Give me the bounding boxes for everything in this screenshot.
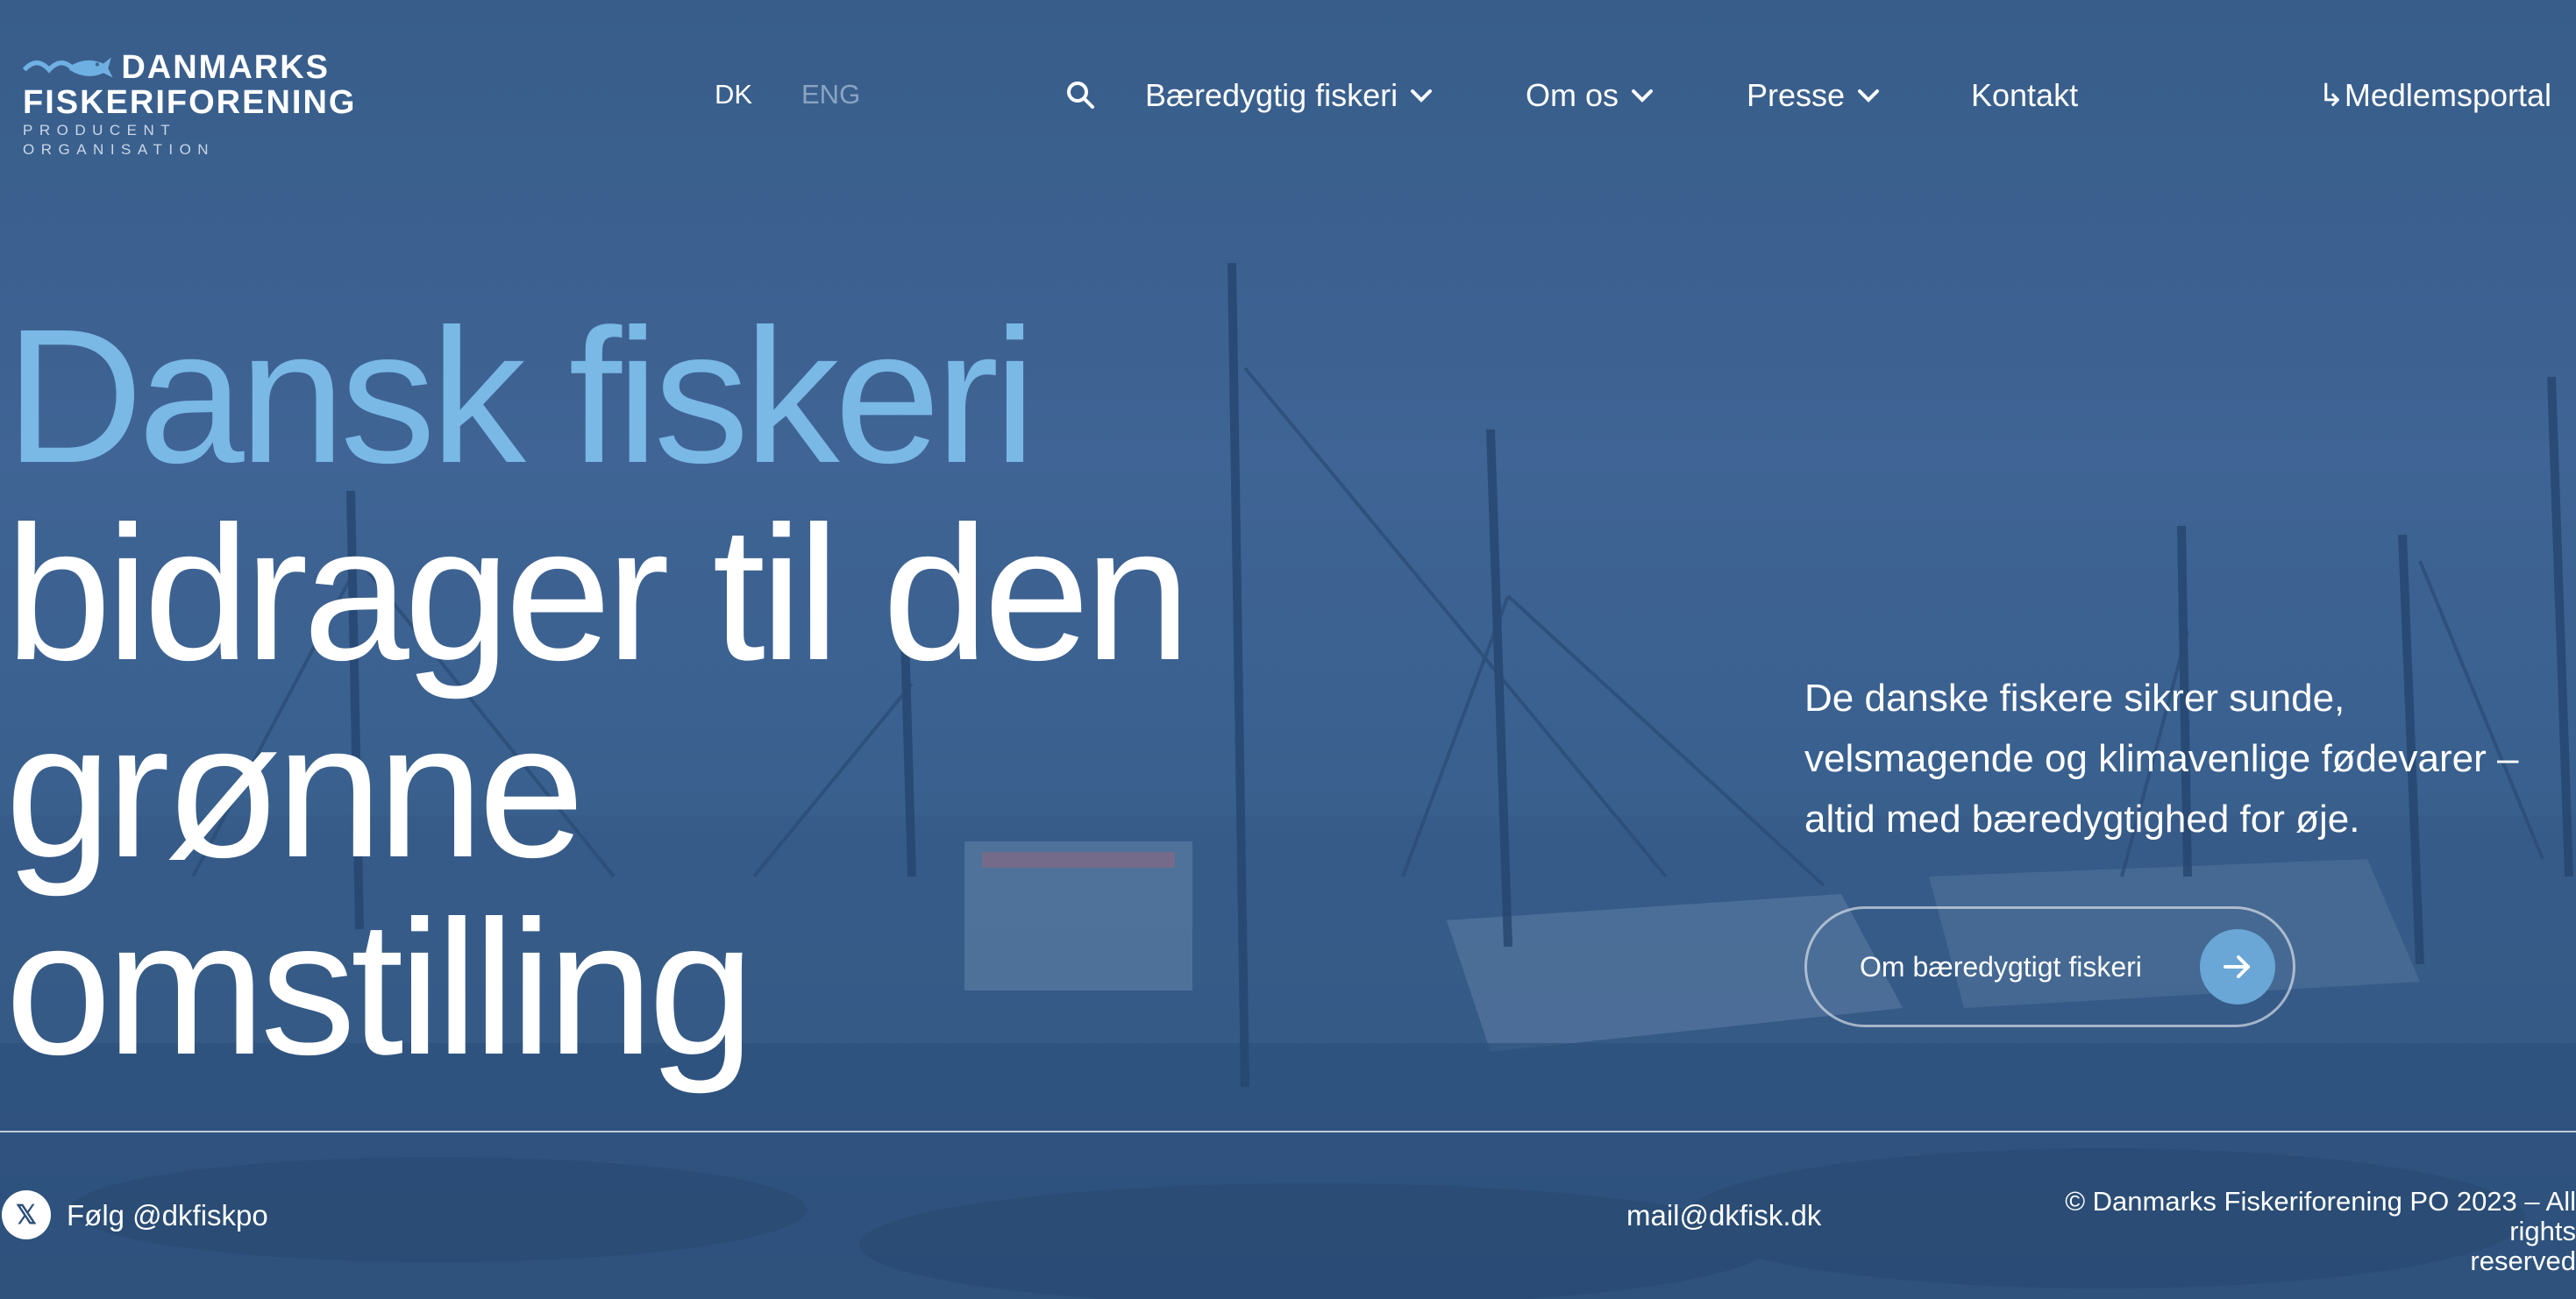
search-icon[interactable] <box>1065 80 1095 110</box>
email-link[interactable]: mail@dkfisk.dk <box>1626 1199 1821 1232</box>
copyright-line: © Danmarks Fiskeriforening PO 2023 – All… <box>2065 1186 2576 1246</box>
hero-headline-line4: omstilling <box>5 882 755 1095</box>
fish-logo-icon <box>23 57 113 78</box>
footer-divider <box>0 1131 2576 1132</box>
intro-line: altid med bæredygtighed for øje. <box>1804 798 2360 841</box>
member-portal-link[interactable]: ↳Medlemsportal <box>2318 77 2551 114</box>
hero-headline-line2: bidrager til den <box>5 487 1191 700</box>
hero-intro-text: De danske fiskere sikrer sunde, velsmage… <box>1804 668 2576 849</box>
brand-name-line1: DANMARKS <box>121 49 330 86</box>
follow-x-link[interactable]: Følg @dkfiskpo <box>67 1199 268 1232</box>
chevron-down-icon <box>1632 89 1654 103</box>
nav-item-baeredygtig-fiskeri[interactable]: Bæredygtig fiskeri <box>1145 77 1433 114</box>
brand-tagline: PRODUCENT ORGANISATION <box>23 122 216 158</box>
intro-line: De danske fiskere sikrer sunde, <box>1804 677 2345 720</box>
chevron-down-icon <box>1858 89 1880 103</box>
language-eng[interactable]: ENG <box>801 79 860 110</box>
cta-label: Om bæredygtigt fiskeri <box>1860 950 2142 983</box>
hero-headline-line1: Dansk fiskeri <box>5 290 1036 503</box>
copyright-text: © Danmarks Fiskeriforening PO 2023 – All… <box>1997 1187 2576 1276</box>
x-logo-icon[interactable]: 𝕏 <box>2 1190 51 1239</box>
hero-headline: Dansk fiskeri bidrager til den grønne om… <box>5 290 1191 1095</box>
intro-line: velsmagende og klimavenlige fødevarer – <box>1804 737 2519 780</box>
copyright-line: reserved <box>2470 1246 2576 1276</box>
language-dk[interactable]: DK <box>715 79 752 110</box>
nav-label: Om os <box>1526 77 1619 113</box>
arrow-right-icon <box>2200 929 2275 1004</box>
nav-label: Bæredygtig fiskeri <box>1145 77 1398 113</box>
sustainable-fishing-button[interactable]: Om bæredygtigt fiskeri <box>1804 906 2295 1027</box>
nav-label: Presse <box>1747 77 1846 113</box>
brand-logo[interactable]: DANMARKS FISKERIFORENING PRODUCENT ORGAN… <box>23 49 357 160</box>
nav-item-presse[interactable]: Presse <box>1747 77 1880 114</box>
chevron-down-icon <box>1411 89 1433 103</box>
nav-item-om-os[interactable]: Om os <box>1526 77 1654 114</box>
hero-headline-line3: grønne <box>5 685 585 898</box>
nav-item-kontakt[interactable]: Kontakt <box>1971 77 2078 114</box>
nav-label: Kontakt <box>1971 77 2079 113</box>
brand-name-line2: FISKERIFORENING <box>23 84 357 121</box>
